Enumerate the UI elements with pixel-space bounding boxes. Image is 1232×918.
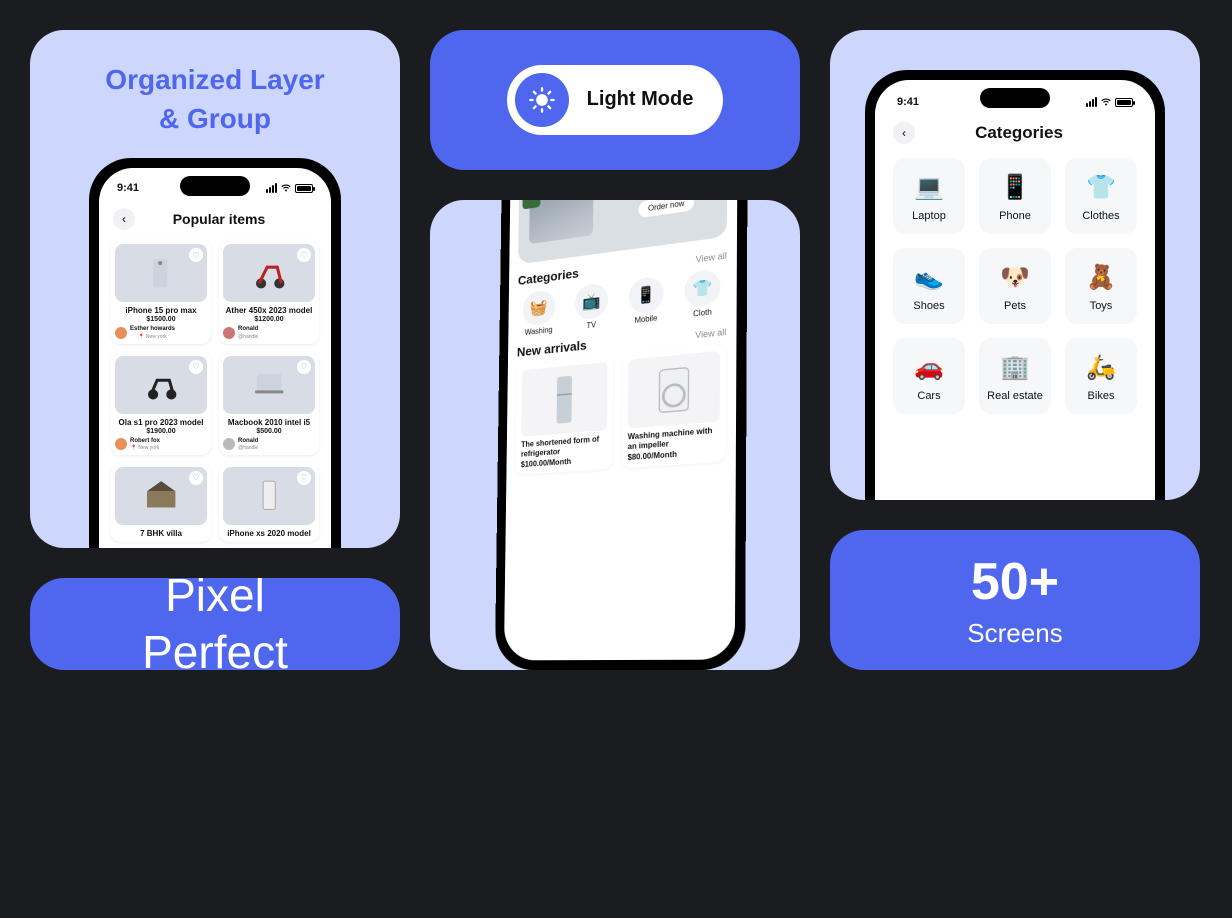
categories-heading: Categories [518, 266, 579, 288]
organized-layer-card: Organized Layer & Group 9:41 ‹ [30, 30, 400, 548]
heart-icon[interactable]: ♡ [189, 248, 203, 262]
fifty-plus-card: 50+ Screens [830, 530, 1200, 670]
category-card[interactable]: 👕Clothes [1065, 158, 1137, 234]
wifi-icon [280, 183, 292, 193]
page-title: Popular items [143, 211, 295, 227]
view-all-link[interactable]: View all [696, 251, 727, 265]
heart-icon[interactable]: ♡ [297, 248, 311, 262]
wifi-icon [1100, 97, 1112, 107]
fifty-plus-number: 50+ [971, 552, 1059, 612]
seller-avatar [115, 327, 127, 339]
mode-label: Light Mode [587, 88, 694, 111]
product-card[interactable]: ♡ iPhone xs 2020 model [219, 463, 319, 542]
category-chip[interactable]: 🧺Washing [517, 288, 560, 338]
arrival-image [628, 351, 720, 429]
welcome-card: 9:41 Welcome John Abram [430, 200, 800, 670]
categories-card: 9:41 ‹ Categories 💻Laptop 📱Phone [830, 30, 1200, 500]
heart-icon[interactable]: ♡ [189, 360, 203, 374]
product-image: ♡ [223, 467, 315, 525]
pixel-perfect-card: Pixel Perfect [30, 578, 400, 670]
banner-image [529, 200, 593, 244]
product-image: ♡ [115, 356, 207, 414]
category-card[interactable]: 📱Phone [979, 158, 1051, 234]
battery-icon [1115, 98, 1133, 107]
page-title: Categories [923, 123, 1115, 143]
product-card[interactable]: ♡ Macbook 2010 intel i5 $500.00 Ronald@h… [219, 352, 319, 455]
category-card[interactable]: 🚗Cars [893, 338, 965, 414]
heart-icon[interactable]: ♡ [297, 471, 311, 485]
seller-avatar [223, 438, 235, 450]
arrival-card[interactable]: The shortened form of refrigerator $100.… [515, 355, 613, 475]
phone-welcome: 9:41 Welcome John Abram [495, 200, 748, 670]
sun-icon [515, 73, 569, 127]
order-now-button[interactable]: Order now [638, 200, 694, 219]
category-chip[interactable]: 👕Cloth [679, 268, 727, 320]
product-image: ♡ [223, 244, 315, 302]
seller-avatar [115, 438, 127, 450]
product-card[interactable]: ♡ Ather 450x 2023 model $1200.00 Ronald@… [219, 240, 319, 343]
seller-avatar [223, 327, 235, 339]
arrival-card[interactable]: Washing machine with an impeller $80.00/… [622, 344, 727, 468]
heart-icon[interactable]: ♡ [297, 360, 311, 374]
back-button[interactable]: ‹ [113, 208, 135, 230]
category-card[interactable]: 🏢Real estate [979, 338, 1051, 414]
product-card[interactable]: ♡ 7 BHK villa [111, 463, 211, 542]
organized-heading: Organized Layer & Group [30, 60, 400, 138]
arrival-image [521, 362, 607, 437]
phone-categories: 9:41 ‹ Categories 💻Laptop 📱Phone [865, 70, 1165, 500]
light-mode-card: Light Mode [430, 30, 800, 170]
category-card[interactable]: 👟Shoes [893, 248, 965, 324]
product-image: ♡ [115, 244, 207, 302]
product-image: ♡ [223, 356, 315, 414]
category-chip[interactable]: 📺TV [569, 282, 614, 332]
category-chip[interactable]: 📱Mobile [623, 275, 669, 326]
product-card[interactable]: ♡ Ola s1 pro 2023 model $1900.00 Robert … [111, 352, 211, 455]
category-card[interactable]: 🛵Bikes [1065, 338, 1137, 414]
category-card[interactable]: 🧸Toys [1065, 248, 1137, 324]
signal-icon [266, 183, 277, 193]
view-all-link[interactable]: View all [695, 327, 726, 340]
category-card[interactable]: 💻Laptop [893, 158, 965, 234]
category-card[interactable]: 🐶Pets [979, 248, 1051, 324]
signal-icon [1086, 97, 1097, 107]
showcase-grid: Organized Layer & Group 9:41 ‹ [30, 30, 1202, 890]
screens-label: Screens [967, 618, 1062, 649]
popular-grid: ♡ iPhone 15 pro max $1500.00 Esther howa… [109, 240, 321, 541]
product-image: ♡ [115, 467, 207, 525]
battery-icon [295, 184, 313, 193]
product-card[interactable]: ♡ iPhone 15 pro max $1500.00 Esther howa… [111, 240, 211, 343]
phone-popular-items: 9:41 ‹ Popular items [89, 158, 341, 548]
light-mode-toggle[interactable]: Light Mode [507, 65, 724, 135]
new-arrivals-heading: New arrivals [517, 338, 587, 360]
categories-grid: 💻Laptop 📱Phone 👕Clothes 👟Shoes 🐶Pets 🧸To… [889, 154, 1141, 418]
back-button[interactable]: ‹ [893, 122, 915, 144]
heart-icon[interactable]: ♡ [189, 471, 203, 485]
